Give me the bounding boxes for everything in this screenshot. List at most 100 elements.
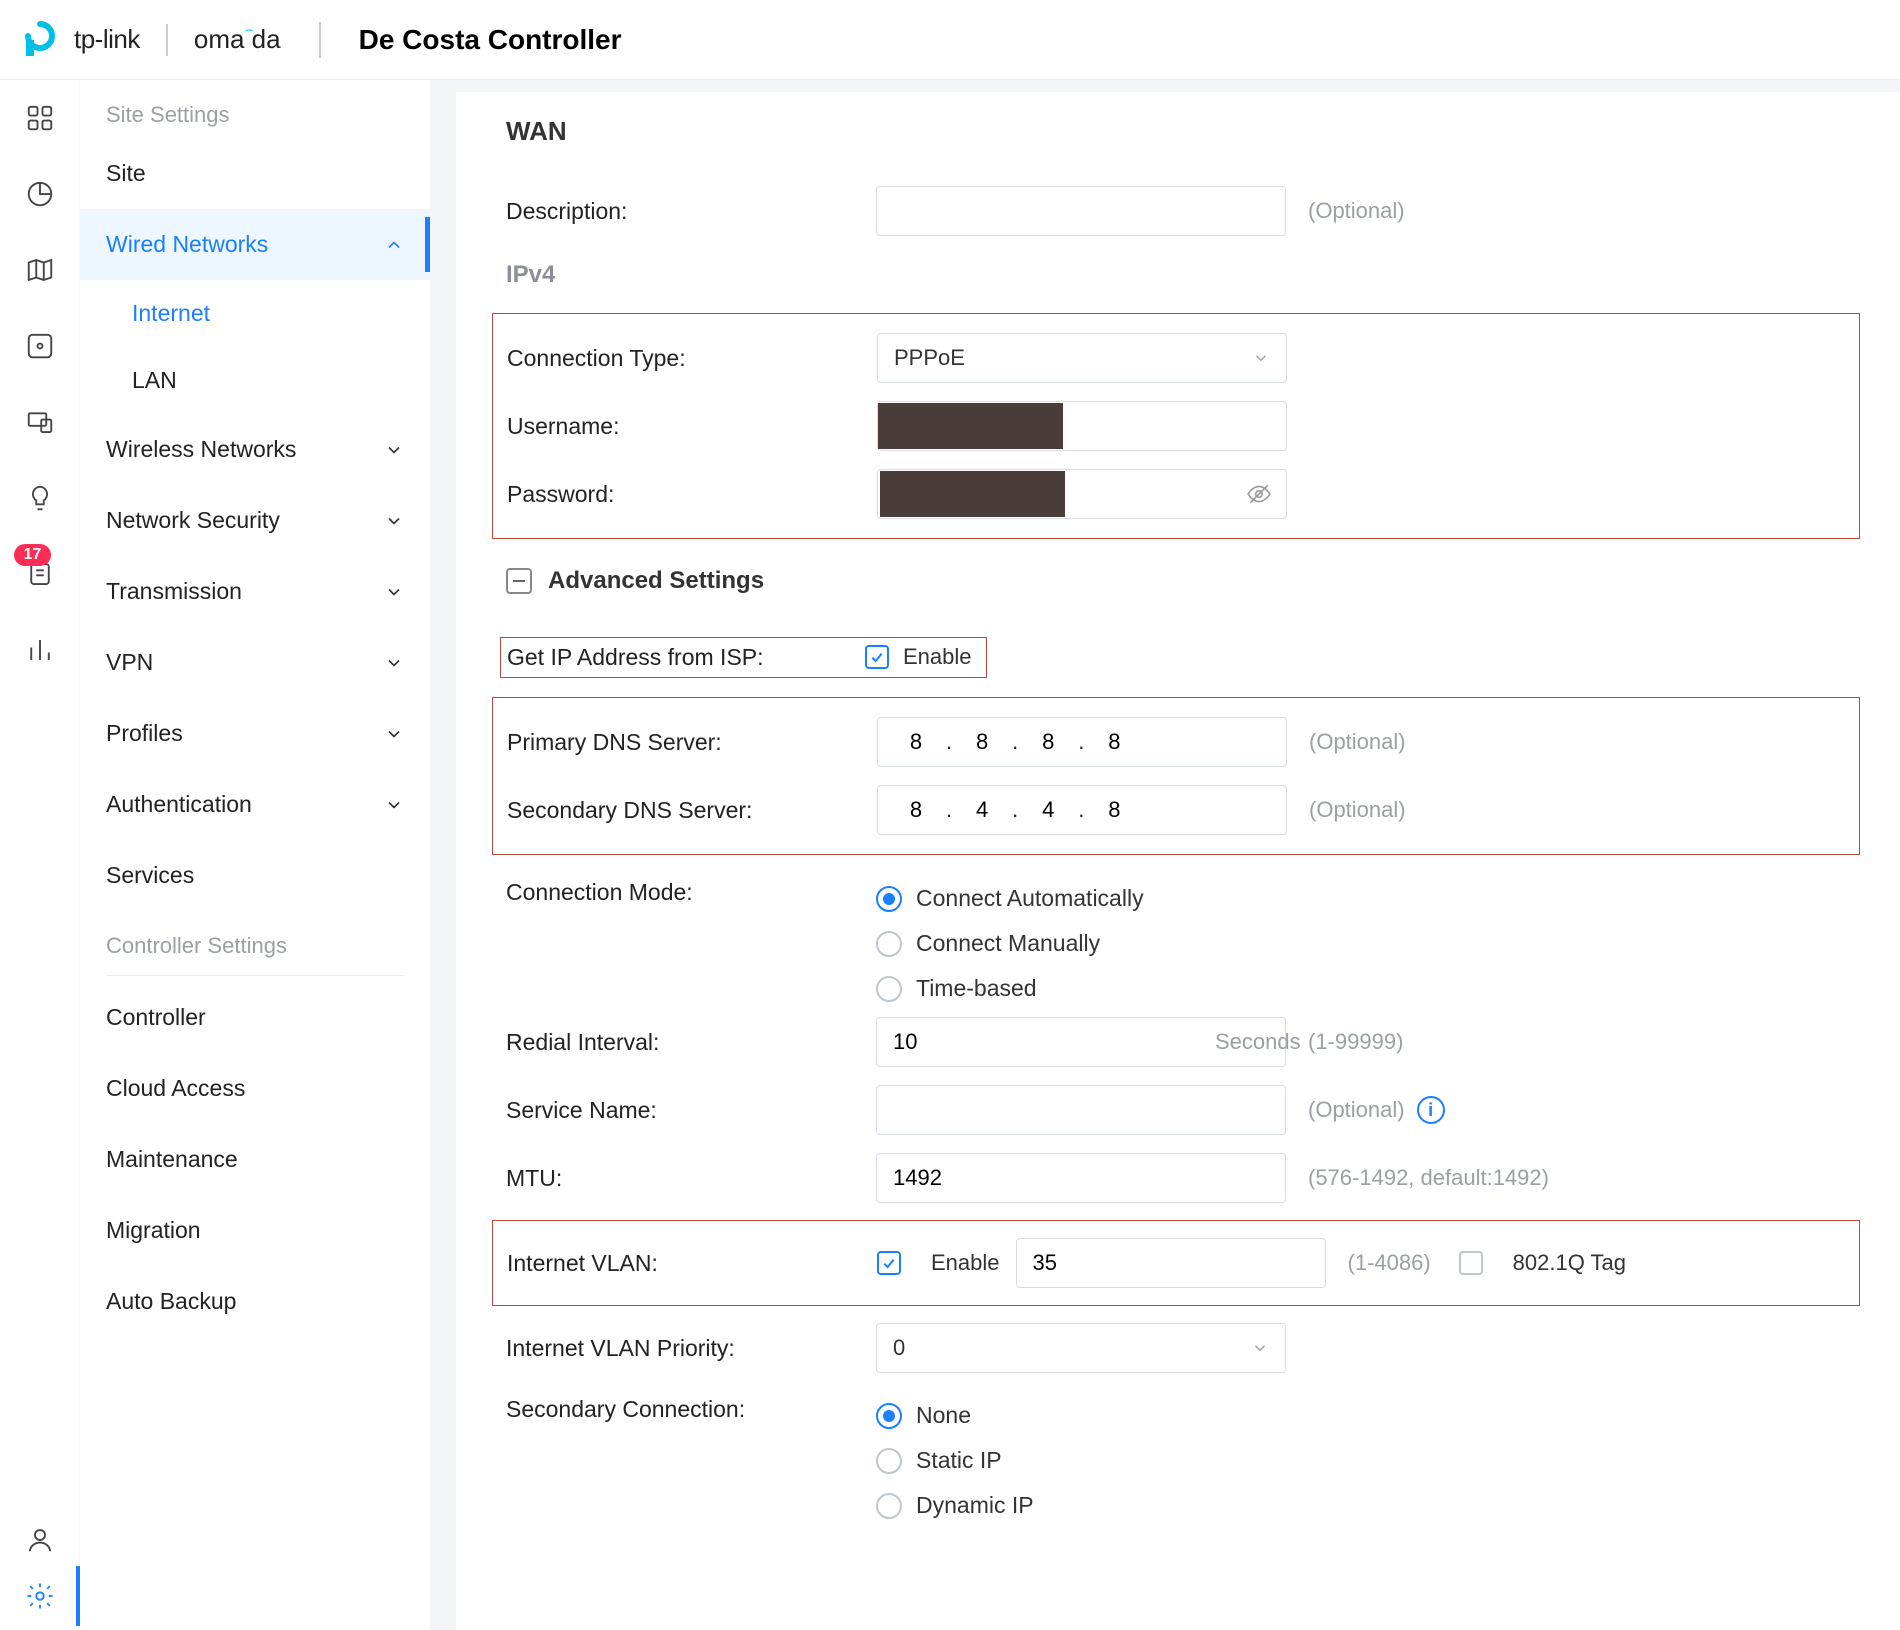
notification-badge: 17: [14, 544, 52, 566]
radio-connect-auto[interactable]: Connect Automatically: [876, 885, 1144, 912]
chevron-down-icon: [384, 511, 404, 531]
reports-icon[interactable]: [22, 632, 58, 668]
omada-accent-icon: ⌢: [244, 21, 253, 37]
header: tp-link oma⌢da De Costa Controller: [0, 0, 1900, 80]
vlan-tag-checkbox[interactable]: [1459, 1251, 1483, 1275]
clients-icon[interactable]: [22, 404, 58, 440]
brand-tplink: tp-link: [74, 24, 140, 55]
primary-dns-input[interactable]: . . .: [877, 717, 1287, 767]
description-label: Description:: [506, 198, 876, 225]
sidebar-item-wireless-networks[interactable]: Wireless Networks: [80, 414, 430, 485]
chevron-down-icon: [1251, 1339, 1269, 1357]
icon-rail: 17: [0, 80, 80, 1630]
username-label: Username:: [507, 413, 877, 440]
vlan-priority-label: Internet VLAN Priority:: [506, 1335, 876, 1362]
sidebar-item-authentication[interactable]: Authentication: [80, 769, 430, 840]
sidebar-divider: [106, 975, 404, 976]
password-input[interactable]: [880, 471, 1065, 517]
primary-dns-label: Primary DNS Server:: [507, 729, 877, 756]
sidebar-item-maintenance[interactable]: Maintenance: [80, 1124, 430, 1195]
sidebar-sub-lan[interactable]: LAN: [80, 347, 430, 414]
service-name-label: Service Name:: [506, 1097, 876, 1124]
sidebar-item-cloud-access[interactable]: Cloud Access: [80, 1053, 430, 1124]
radio-sec-static[interactable]: Static IP: [876, 1447, 1034, 1474]
settings-sidebar: Site Settings Site Wired Networks Intern…: [80, 80, 430, 1630]
radio-connect-manual[interactable]: Connect Manually: [876, 930, 1144, 957]
get-ip-checkbox[interactable]: [865, 645, 889, 669]
service-name-input[interactable]: [876, 1085, 1286, 1135]
optional-hint: (Optional): [1309, 729, 1406, 755]
chevron-down-icon: [384, 724, 404, 744]
sidebar-item-site[interactable]: Site: [80, 138, 430, 209]
connection-type-select[interactable]: PPPoE: [877, 333, 1287, 383]
vlan-priority-select[interactable]: 0: [876, 1323, 1286, 1373]
chevron-down-icon: [384, 582, 404, 602]
sidebar-item-profiles[interactable]: Profiles: [80, 698, 430, 769]
enable-label: Enable: [931, 1250, 1000, 1276]
eye-off-icon[interactable]: [1246, 481, 1272, 507]
chevron-down-icon: [384, 795, 404, 815]
ipv4-heading: IPv4: [506, 261, 1860, 289]
sidebar-item-services[interactable]: Services: [80, 840, 430, 911]
redial-label: Redial Interval:: [506, 1029, 876, 1056]
brand-divider: [166, 24, 168, 56]
username-input[interactable]: [878, 403, 1063, 449]
devices-icon[interactable]: [22, 328, 58, 364]
sidebar-item-network-security[interactable]: Network Security: [80, 485, 430, 556]
mtu-label: MTU:: [506, 1165, 876, 1192]
radio-sec-none[interactable]: None: [876, 1402, 1034, 1429]
wan-heading: WAN: [506, 116, 1860, 147]
chevron-up-icon: [384, 235, 404, 255]
logs-icon[interactable]: 17: [22, 556, 58, 592]
settings-icon[interactable]: [22, 1578, 58, 1614]
optional-hint: (Optional): [1309, 797, 1406, 823]
connection-mode-label: Connection Mode:: [506, 879, 876, 906]
password-label: Password:: [507, 481, 877, 508]
vlan-id-input[interactable]: [1016, 1238, 1326, 1288]
vlan-hint: (1-4086): [1348, 1250, 1431, 1276]
map-icon[interactable]: [22, 252, 58, 288]
chevron-down-icon: [384, 653, 404, 673]
sidebar-item-auto-backup[interactable]: Auto Backup: [80, 1266, 430, 1337]
mtu-hint: (576-1492, default:1492): [1308, 1165, 1549, 1191]
sidebar-item-migration[interactable]: Migration: [80, 1195, 430, 1266]
secondary-dns-label: Secondary DNS Server:: [507, 797, 877, 824]
optional-hint: (Optional): [1308, 1097, 1405, 1123]
redial-unit: Seconds: [1197, 1029, 1319, 1055]
sidebar-item-wired-networks[interactable]: Wired Networks: [80, 209, 430, 280]
vlan-tag-label: 802.1Q Tag: [1513, 1250, 1626, 1276]
sidebar-heading-site: Site Settings: [80, 80, 430, 138]
sidebar-item-controller[interactable]: Controller: [80, 982, 430, 1053]
redial-hint: (1-99999): [1308, 1029, 1403, 1055]
chevron-down-icon: [1252, 349, 1270, 367]
account-icon[interactable]: [22, 1522, 58, 1558]
collapse-icon: [506, 568, 532, 594]
enable-label: Enable: [903, 644, 972, 670]
controller-title: De Costa Controller: [359, 24, 622, 56]
vlan-enable-checkbox[interactable]: [877, 1251, 901, 1275]
vlan-priority-value: 0: [893, 1335, 905, 1361]
radio-sec-dynamic[interactable]: Dynamic IP: [876, 1492, 1034, 1519]
radio-time-based[interactable]: Time-based: [876, 975, 1144, 1002]
dashboard-icon[interactable]: [22, 100, 58, 136]
info-icon[interactable]: i: [1417, 1096, 1445, 1124]
content-area: WAN Description: (Optional) IPv4 Connect…: [430, 80, 1900, 1630]
advanced-toggle[interactable]: Advanced Settings: [506, 567, 1860, 595]
brand-omada: oma⌢da: [194, 24, 281, 55]
mtu-input[interactable]: [876, 1153, 1286, 1203]
secondary-dns-input[interactable]: . . .: [877, 785, 1287, 835]
secondary-connection-label: Secondary Connection:: [506, 1396, 876, 1423]
sidebar-heading-controller: Controller Settings: [80, 911, 430, 969]
brand-divider: [319, 22, 321, 58]
connection-type-label: Connection Type:: [507, 345, 877, 372]
redial-input[interactable]: [877, 1029, 1197, 1055]
optional-hint: (Optional): [1308, 198, 1405, 224]
description-input[interactable]: [876, 186, 1286, 236]
connection-type-value: PPPoE: [894, 345, 965, 371]
sidebar-sub-internet[interactable]: Internet: [80, 280, 430, 347]
statistics-icon[interactable]: [22, 176, 58, 212]
sidebar-item-vpn[interactable]: VPN: [80, 627, 430, 698]
sidebar-item-transmission[interactable]: Transmission: [80, 556, 430, 627]
insights-icon[interactable]: [22, 480, 58, 516]
tplink-logo-icon: [20, 20, 60, 60]
